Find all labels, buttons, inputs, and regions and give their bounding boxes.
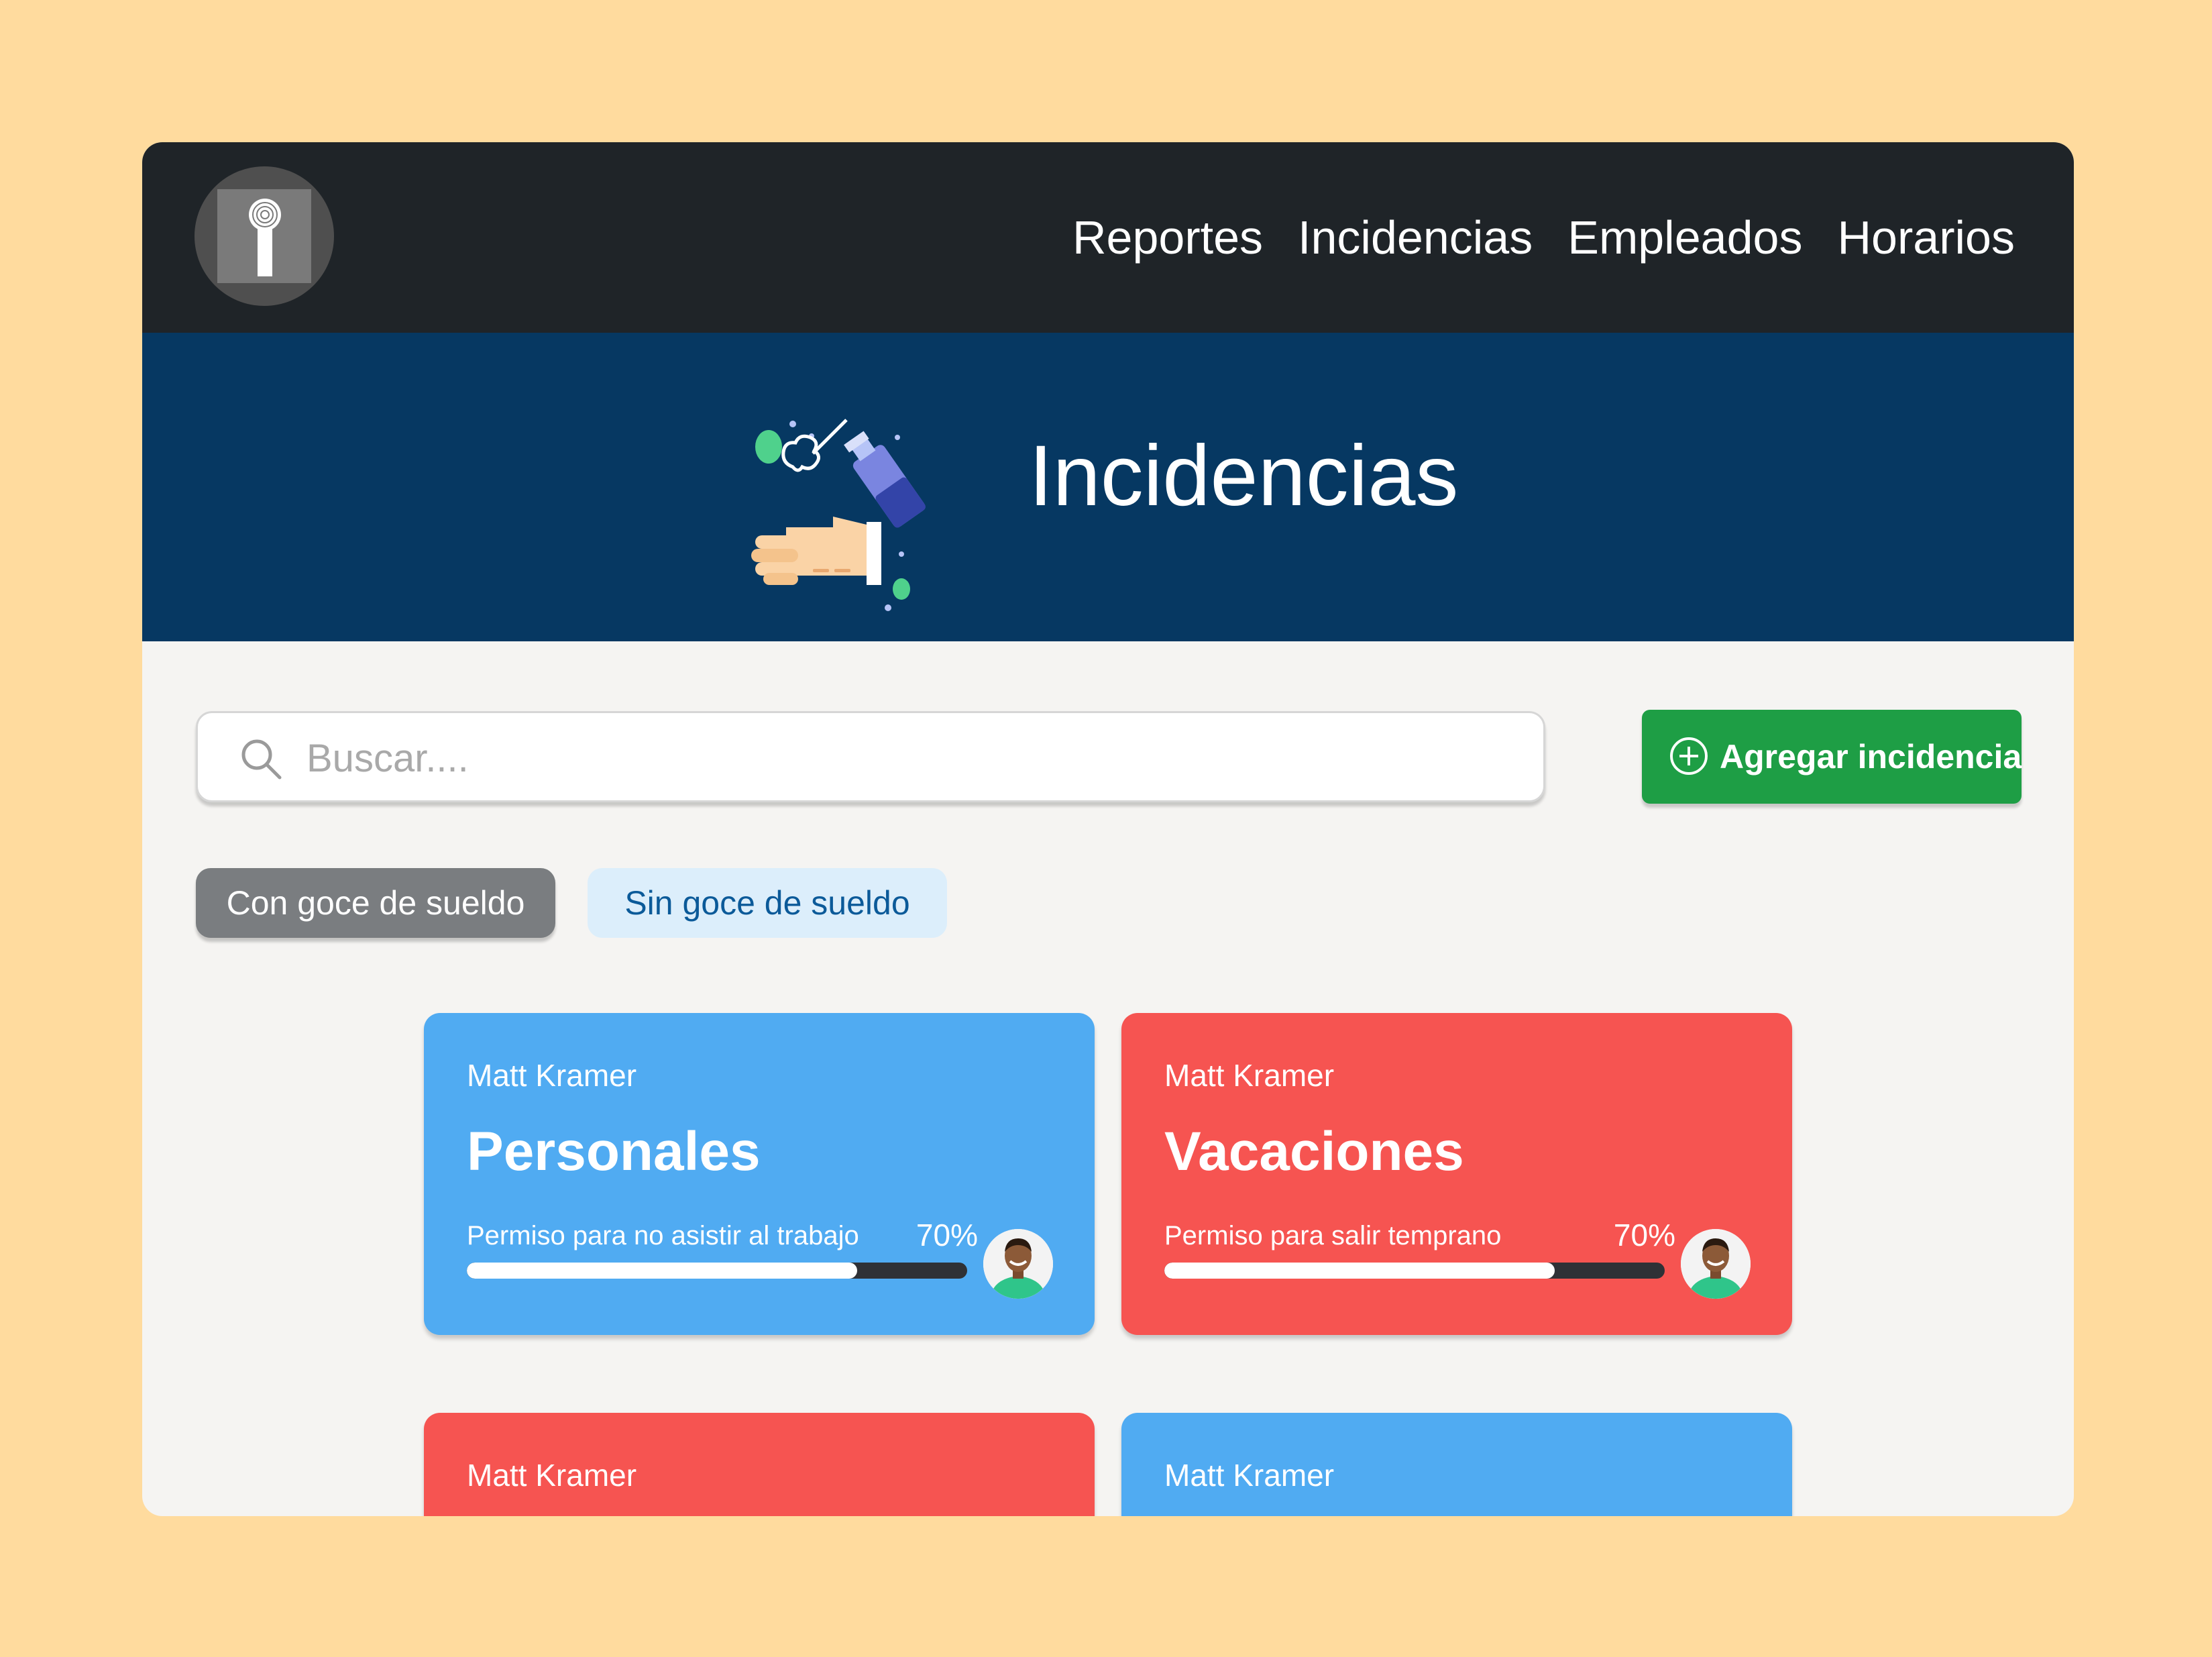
- card-description: Permiso para salir temprano: [1164, 1221, 1502, 1250]
- search-box[interactable]: [196, 711, 1545, 802]
- progress-fill: [1164, 1263, 1555, 1279]
- filter-chip-unpaid[interactable]: Sin goce de sueldo: [588, 868, 947, 938]
- search-icon: [239, 737, 282, 784]
- page-title: Incidencias: [1029, 428, 1459, 524]
- nav-item-incidencias[interactable]: Incidencias: [1298, 211, 1533, 264]
- card-percent: 70%: [916, 1218, 978, 1252]
- avatar[interactable]: [983, 1229, 1053, 1299]
- hand-sanitizer-icon: [746, 373, 974, 618]
- top-navbar: Reportes Incidencias Empleados Horarios: [142, 142, 2074, 333]
- filter-chip-paid[interactable]: Con goce de sueldo: [196, 868, 555, 938]
- add-incidence-label: Agregar incidencia: [1720, 738, 2022, 776]
- card-employee-name: Matt Kramer: [467, 1058, 637, 1093]
- hero-banner: Incidencias: [142, 333, 2074, 641]
- nav-item-horarios[interactable]: Horarios: [1837, 211, 2015, 264]
- incidence-card[interactable]: Matt Kramer Vacaciones Permiso para sali…: [1121, 1013, 1792, 1335]
- card-incidence-type: Vacaciones: [1164, 1121, 1464, 1182]
- app-window: Reportes Incidencias Empleados Horarios: [142, 142, 2074, 1516]
- incidence-card[interactable]: Matt Kramer: [424, 1413, 1095, 1516]
- card-percent: 70%: [1613, 1218, 1675, 1252]
- fingerprint-icon: [217, 189, 311, 283]
- progress-fill: [467, 1263, 857, 1279]
- plus-circle-icon: [1669, 736, 1709, 778]
- nav-item-reportes[interactable]: Reportes: [1072, 211, 1263, 264]
- card-description: Permiso para no asistir al trabajo: [467, 1221, 859, 1250]
- progress-bar: [1164, 1263, 1665, 1279]
- card-employee-name: Matt Kramer: [1164, 1058, 1335, 1093]
- main-nav: Reportes Incidencias Empleados Horarios: [1072, 204, 2015, 271]
- card-incidence-type: Personales: [467, 1121, 761, 1182]
- incidence-card[interactable]: Matt Kramer Personales Permiso para no a…: [424, 1013, 1095, 1335]
- progress-bar: [467, 1263, 967, 1279]
- app-logo[interactable]: [195, 166, 334, 306]
- add-incidence-button[interactable]: Agregar incidencia: [1642, 710, 2022, 804]
- avatar[interactable]: [1681, 1229, 1751, 1299]
- search-input[interactable]: [305, 727, 1515, 790]
- incidence-card[interactable]: Matt Kramer: [1121, 1413, 1792, 1516]
- card-employee-name: Matt Kramer: [467, 1458, 637, 1493]
- card-employee-name: Matt Kramer: [1164, 1458, 1335, 1493]
- nav-item-empleados[interactable]: Empleados: [1567, 211, 1802, 264]
